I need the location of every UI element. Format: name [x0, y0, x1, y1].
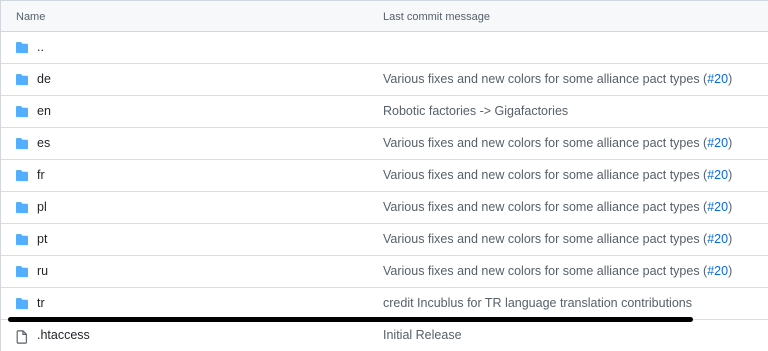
folder-icon: [15, 266, 29, 278]
folder-icon: [15, 298, 29, 310]
folder-icon: [15, 74, 29, 86]
table-row[interactable]: fr Various fixes and new colors for some …: [1, 160, 768, 192]
folder-icon: [15, 138, 29, 150]
folder-icon: [15, 42, 29, 54]
entry-name-link[interactable]: es: [37, 136, 50, 150]
commit-message-text[interactable]: Various fixes and new colors for some al…: [383, 232, 707, 246]
commit-message-text[interactable]: Various fixes and new colors for some al…: [383, 136, 707, 150]
entry-name-link[interactable]: .htaccess: [37, 328, 90, 342]
commit-message-close: ): [728, 136, 733, 150]
commit-message-close: ): [728, 168, 733, 182]
table-row[interactable]: pt Various fixes and new colors for some …: [1, 224, 768, 256]
entry-name-link[interactable]: tr: [37, 296, 45, 310]
entry-name-link[interactable]: pt: [37, 232, 47, 246]
entry-name-link[interactable]: en: [37, 104, 51, 118]
table-body: .. de Various fixes and new colors for som…: [1, 32, 768, 351]
entry-name-link[interactable]: fr: [37, 168, 45, 182]
header-commit-message: Last commit message: [383, 11, 490, 23]
table-row[interactable]: ..: [1, 32, 768, 64]
header-name: Name: [16, 11, 46, 23]
table-header: Name Last commit message: [1, 0, 768, 32]
pull-request-link[interactable]: #20: [707, 232, 728, 246]
commit-message-text[interactable]: Various fixes and new colors for some al…: [383, 168, 707, 182]
commit-message[interactable]: Initial Release: [383, 328, 462, 342]
pull-request-link[interactable]: #20: [707, 136, 728, 150]
commit-message-text[interactable]: Various fixes and new colors for some al…: [383, 72, 707, 86]
commit-message-text[interactable]: Robotic factories -> Gigafactories: [383, 104, 568, 118]
pull-request-link[interactable]: #20: [707, 200, 728, 214]
folder-icon: [15, 234, 29, 246]
entry-name-link[interactable]: ..: [37, 40, 44, 54]
commit-message[interactable]: Various fixes and new colors for some al…: [383, 72, 732, 86]
commit-message-text[interactable]: credit Incublus for TR language translat…: [383, 296, 692, 310]
commit-message[interactable]: Robotic factories -> Gigafactories: [383, 104, 568, 118]
commit-message-text[interactable]: Various fixes and new colors for some al…: [383, 200, 707, 214]
commit-message[interactable]: Various fixes and new colors for some al…: [383, 232, 732, 246]
commit-message-close: ): [728, 264, 733, 278]
commit-message[interactable]: Various fixes and new colors for some al…: [383, 136, 732, 150]
entry-name-link[interactable]: pl: [37, 200, 47, 214]
pull-request-link[interactable]: #20: [707, 168, 728, 182]
folder-icon: [15, 106, 29, 118]
table-row[interactable]: pl Various fixes and new colors for some …: [1, 192, 768, 224]
commit-message-close: ): [728, 72, 733, 86]
folder-icon: [15, 170, 29, 182]
file-table: Name Last commit message .. de Various fix…: [0, 0, 768, 351]
commit-message-close: ): [728, 232, 733, 246]
table-row[interactable]: es Various fixes and new colors for some …: [1, 128, 768, 160]
commit-message[interactable]: credit Incublus for TR language translat…: [383, 296, 692, 310]
pull-request-link[interactable]: #20: [707, 264, 728, 278]
redaction-bar: [8, 317, 693, 322]
entry-name-link[interactable]: de: [37, 72, 51, 86]
table-row[interactable]: ru Various fixes and new colors for some …: [1, 256, 768, 288]
table-row[interactable]: .htaccess Initial Release: [1, 320, 768, 351]
folder-icon: [15, 202, 29, 214]
table-row[interactable]: en Robotic factories -> Gigafactories: [1, 96, 768, 128]
commit-message-text[interactable]: Initial Release: [383, 328, 462, 342]
pull-request-link[interactable]: #20: [707, 72, 728, 86]
file-icon: [15, 330, 29, 344]
commit-message[interactable]: Various fixes and new colors for some al…: [383, 200, 732, 214]
table-row[interactable]: tr credit Incublus for TR language transl…: [1, 288, 768, 320]
commit-message-text[interactable]: Various fixes and new colors for some al…: [383, 264, 707, 278]
entry-name-link[interactable]: ru: [37, 264, 48, 278]
commit-message-close: ): [728, 200, 733, 214]
commit-message[interactable]: Various fixes and new colors for some al…: [383, 264, 732, 278]
commit-message[interactable]: Various fixes and new colors for some al…: [383, 168, 732, 182]
table-row[interactable]: de Various fixes and new colors for some …: [1, 64, 768, 96]
